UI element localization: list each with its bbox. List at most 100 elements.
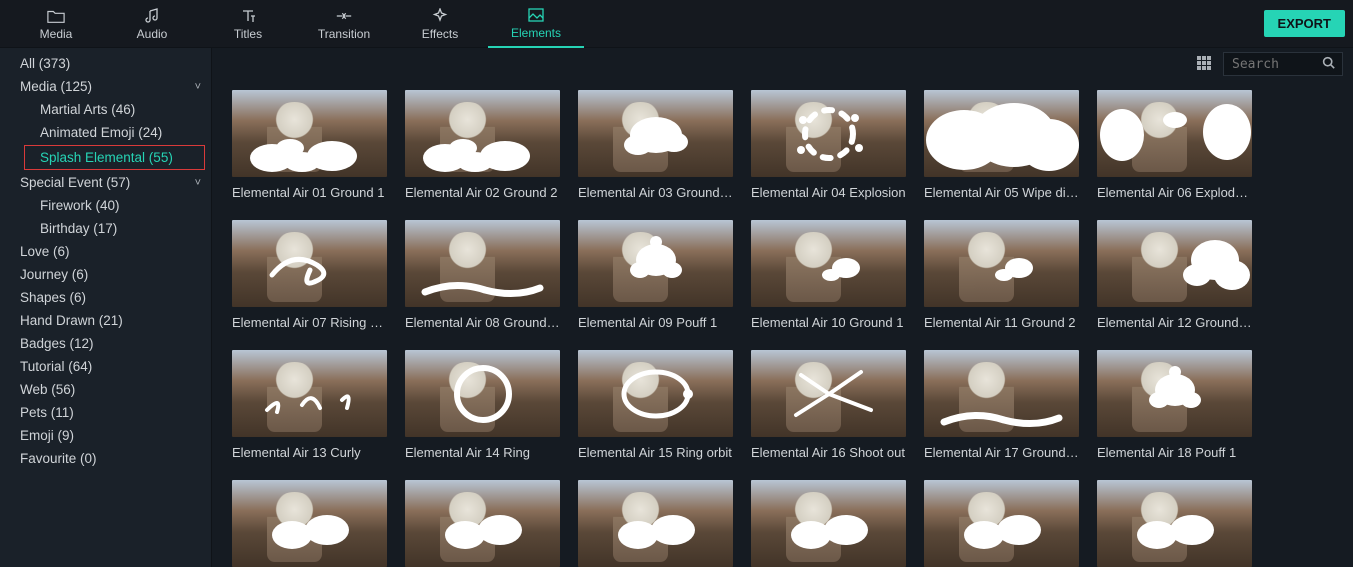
search-box[interactable] [1223, 52, 1343, 76]
element-card[interactable]: Elemental Air 03 Ground ... [578, 90, 733, 200]
element-card[interactable]: Elemental Air 13 Curly [232, 350, 387, 460]
tab-label: Elements [511, 26, 561, 40]
tab-label: Audio [137, 27, 168, 41]
search-icon[interactable] [1322, 56, 1335, 72]
effect-overlay-icon [232, 90, 387, 177]
tab-label: Media [40, 27, 73, 41]
top-toolbar: Media Audio TitlesTransitionEffects Element… [0, 0, 1353, 48]
sidebar-item[interactable]: Animated Emoji (24) [0, 121, 211, 144]
element-card[interactable] [1097, 480, 1252, 567]
sidebar-item-label: Special Event (57) [20, 175, 130, 190]
element-label: Elemental Air 15 Ring orbit [578, 437, 733, 460]
element-thumbnail [1097, 350, 1252, 437]
main-panel: Elemental Air 01 Ground 1Elemental Air 0… [212, 48, 1353, 567]
tab-titles[interactable]: Titles [200, 0, 296, 48]
sparkle-icon [432, 7, 448, 25]
element-card[interactable]: Elemental Air 05 Wipe dis... [924, 90, 1079, 200]
element-card[interactable] [578, 480, 733, 567]
effect-overlay-icon [578, 350, 733, 437]
tab-effects[interactable]: Effects [392, 0, 488, 48]
sidebar-item[interactable]: Special Event (57)˅ [0, 171, 211, 194]
music-icon [144, 7, 160, 25]
effect-overlay-icon [405, 350, 560, 437]
effect-overlay-icon [924, 480, 1079, 567]
effect-overlay-icon [232, 350, 387, 437]
element-thumbnail [751, 480, 906, 567]
element-card[interactable]: Elemental Air 10 Ground 1 [751, 220, 906, 330]
element-thumbnail [405, 220, 560, 307]
element-label: Elemental Air 10 Ground 1 [751, 307, 906, 330]
element-card[interactable]: Elemental Air 18 Pouff 1 [1097, 350, 1252, 460]
element-card[interactable]: Elemental Air 06 Explode ... [1097, 90, 1252, 200]
folder-icon [47, 7, 65, 25]
sidebar-item[interactable]: Favourite (0) [0, 447, 211, 470]
export-button[interactable]: EXPORT [1264, 10, 1345, 37]
sidebar-item[interactable]: Emoji (9) [0, 424, 211, 447]
element-card[interactable]: Elemental Air 17 Ground ... [924, 350, 1079, 460]
element-label: Elemental Air 04 Explosion [751, 177, 906, 200]
tab-media[interactable]: Media [8, 0, 104, 48]
sidebar-item[interactable]: Splash Elemental (55) [24, 145, 205, 170]
element-card[interactable]: Elemental Air 11 Ground 2 [924, 220, 1079, 330]
sidebar-item-label: Firework (40) [40, 198, 120, 213]
elements-grid-scroll[interactable]: Elemental Air 01 Ground 1Elemental Air 0… [212, 80, 1353, 567]
sidebar-item-label: Badges (12) [20, 336, 94, 351]
element-label: Elemental Air 11 Ground 2 [924, 307, 1079, 330]
sidebar-item-label: Favourite (0) [20, 451, 97, 466]
sidebar-collapse-handle[interactable]: ◀ [211, 308, 212, 338]
element-card[interactable]: Elemental Air 15 Ring orbit [578, 350, 733, 460]
sidebar-item[interactable]: Martial Arts (46) [0, 98, 211, 121]
element-card[interactable]: Elemental Air 09 Pouff 1 [578, 220, 733, 330]
tab-transition[interactable]: Transition [296, 0, 392, 48]
element-card[interactable]: Elemental Air 08 Ground ... [405, 220, 560, 330]
search-input[interactable] [1232, 57, 1322, 72]
effect-overlay-icon [1097, 90, 1252, 177]
effect-overlay-icon [405, 480, 560, 567]
element-label: Elemental Air 18 Pouff 1 [1097, 437, 1252, 460]
image-icon [528, 6, 544, 24]
element-card[interactable]: Elemental Air 16 Shoot out [751, 350, 906, 460]
sidebar-item[interactable]: Media (125) ˅ [0, 75, 211, 98]
sidebar-item-label: Media (125) [20, 79, 92, 94]
element-card[interactable] [924, 480, 1079, 567]
element-thumbnail [232, 220, 387, 307]
sidebar-item-label: Tutorial (64) [20, 359, 92, 374]
element-card[interactable] [751, 480, 906, 567]
sidebar-item[interactable]: Journey (6) [0, 263, 211, 286]
element-card[interactable]: Elemental Air 07 Rising st... [232, 220, 387, 330]
sidebar-item[interactable]: Hand Drawn (21) [0, 309, 211, 332]
tab-audio[interactable]: Audio [104, 0, 200, 48]
element-card[interactable]: Elemental Air 01 Ground 1 [232, 90, 387, 200]
effect-overlay-icon [1097, 350, 1252, 437]
element-thumbnail [405, 350, 560, 437]
chevron-down-icon: ˅ [195, 81, 201, 93]
element-card[interactable]: Elemental Air 04 Explosion [751, 90, 906, 200]
effect-overlay-icon [578, 480, 733, 567]
sidebar-item[interactable]: Pets (11) [0, 401, 211, 424]
element-thumbnail [924, 350, 1079, 437]
tab-elements[interactable]: Elements [488, 0, 584, 48]
sidebar-item-label: All (373) [20, 56, 70, 71]
sidebar-item[interactable]: Birthday (17) [0, 217, 211, 240]
effect-overlay-icon [924, 220, 1079, 307]
element-thumbnail [578, 480, 733, 567]
element-card[interactable] [405, 480, 560, 567]
sidebar-item[interactable]: Badges (12) [0, 332, 211, 355]
element-card[interactable]: Elemental Air 12 Ground ... [1097, 220, 1252, 330]
element-thumbnail [751, 90, 906, 177]
grid-drag-icon[interactable] [1197, 56, 1213, 72]
element-card[interactable]: Elemental Air 02 Ground 2 [405, 90, 560, 200]
sidebar-item-label: Shapes (6) [20, 290, 86, 305]
sidebar-item[interactable]: Shapes (6) [0, 286, 211, 309]
sidebar-item-label: Hand Drawn (21) [20, 313, 123, 328]
sidebar-item[interactable]: Tutorial (64) [0, 355, 211, 378]
element-card[interactable] [232, 480, 387, 567]
element-label: Elemental Air 14 Ring [405, 437, 560, 460]
element-card[interactable]: Elemental Air 14 Ring [405, 350, 560, 460]
sidebar-item[interactable]: Love (6) [0, 240, 211, 263]
sidebar-item[interactable]: All (373) [0, 52, 211, 75]
sidebar-item[interactable]: Web (56) [0, 378, 211, 401]
sidebar-item[interactable]: Firework (40) [0, 194, 211, 217]
effect-overlay-icon [924, 350, 1079, 437]
category-sidebar: All (373) Media (125) ˅ Martial Arts (46)An… [0, 48, 212, 567]
